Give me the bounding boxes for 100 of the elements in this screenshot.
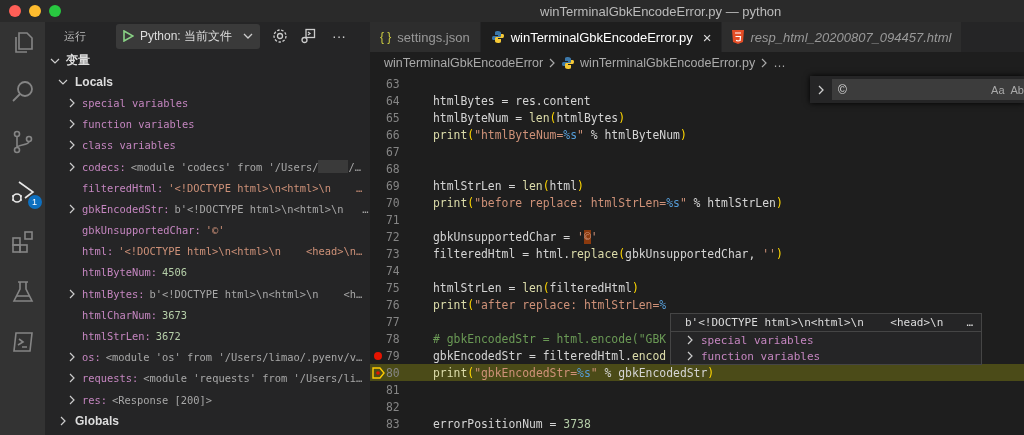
code-line: htmlByteNum = len(htmlBytes) <box>432 110 626 125</box>
code-line: print("gbkEncodedStr=%s" % gbkEncodedStr) <box>432 365 715 380</box>
chevron-right-icon <box>760 57 769 68</box>
line-number: 73 <box>386 246 401 261</box>
variable-name[interactable]: function variables <box>701 349 821 363</box>
variable-name[interactable]: function variables <box>82 118 195 131</box>
code-line: # gbkEncodedStr = html.encode("GBK <box>432 331 667 346</box>
chevron-icon[interactable] <box>67 373 77 384</box>
line-number: 81 <box>386 382 401 397</box>
variable-name[interactable]: gbkUnsupportedChar: <box>82 224 201 237</box>
breadcrumb-item[interactable]: … <box>773 55 786 70</box>
variable-name[interactable]: codecs: <box>82 160 126 173</box>
variable-name[interactable]: html: <box>82 245 114 258</box>
chevron-right-icon[interactable] <box>816 83 826 96</box>
extensions-icon[interactable] <box>9 229 36 255</box>
breakpoint-dot[interactable] <box>374 351 382 360</box>
variable-name[interactable]: requests: <box>82 372 139 385</box>
panel-title: 运行 <box>64 28 87 44</box>
variable-name[interactable]: htmlStrLen: <box>82 330 151 343</box>
editor-tab[interactable]: { } settings.json <box>370 22 481 52</box>
chevron-icon[interactable] <box>685 335 695 345</box>
launch-config-dropdown[interactable]: Python: 当前文件 <box>116 23 260 49</box>
variable-value: '<!DOCTYPE html>\n<html>\n … <box>168 181 363 194</box>
find-option-toggle[interactable]: Aa <box>991 83 1005 96</box>
run-debug-icon[interactable] <box>9 179 36 205</box>
play-icon <box>122 30 134 42</box>
variable-value: '<!DOCTYPE html>\n<html>\n <head>\n… <box>118 245 363 258</box>
close-window-button[interactable] <box>9 5 21 17</box>
line-number: 64 <box>386 93 401 108</box>
python-icon <box>561 55 576 70</box>
chevron-icon[interactable] <box>67 161 77 172</box>
section-title[interactable]: 变量 <box>66 52 90 70</box>
code-line: errorPositionNum = 3738 <box>432 416 591 431</box>
line-number: 69 <box>386 178 401 193</box>
find-option-toggle[interactable]: Ab <box>1010 83 1024 96</box>
chevron-icon[interactable] <box>67 203 77 214</box>
variable-name[interactable]: gbkEncodedStr: <box>82 202 170 215</box>
variable-value: <module 'os' from '/Users/limao/.pyenv/v… <box>105 351 363 364</box>
breadcrumb-item[interactable]: winTerminalGbkEncodeError <box>384 55 544 70</box>
chevron-icon[interactable] <box>58 415 68 426</box>
line-number: 78 <box>386 331 401 346</box>
chevron-icon[interactable] <box>67 394 77 405</box>
code-line: print("htmlByteNum=%s" % htmlByteNum) <box>432 127 687 142</box>
chevron-icon[interactable] <box>67 119 77 130</box>
line-number: 82 <box>386 399 401 414</box>
ellipsis-text: … <box>966 316 973 329</box>
line-number: 71 <box>386 212 401 227</box>
line-number: 65 <box>386 110 401 125</box>
variable-name[interactable]: htmlCharNum: <box>82 308 158 321</box>
code-line: htmlBytes = res.content <box>432 93 591 108</box>
variable-value: <module 'requests' from '/Users/li… <box>143 372 363 385</box>
settings-icon[interactable] <box>272 28 288 44</box>
variable-value: <module 'codecs' from '/Users/ <box>130 160 319 173</box>
code-line: print("before replace: htmlStrLen=%s" % htmlStrLen) <box>432 195 783 210</box>
line-number: 77 <box>386 314 401 329</box>
variable-value: '©' <box>205 224 225 237</box>
close-tab-button[interactable]: × <box>702 28 712 46</box>
chevron-icon[interactable] <box>67 352 77 363</box>
line-number: 74 <box>386 263 401 278</box>
debug-console-icon[interactable] <box>300 28 316 44</box>
variable-name[interactable]: special variables <box>82 96 189 109</box>
editor-tab[interactable]: winTerminalGbkEncodeError.py × <box>480 22 723 52</box>
line-number: 72 <box>386 229 401 244</box>
variable-value: 4506 <box>162 266 188 279</box>
breadcrumb-item[interactable]: winTerminalGbkEncodeError.py <box>580 55 756 70</box>
variable-name[interactable]: special variables <box>701 333 814 347</box>
line-number: 75 <box>386 280 401 295</box>
variable-name[interactable]: filteredHtml: <box>82 181 164 194</box>
code-line: htmlStrLen = len(html) <box>432 178 584 193</box>
line-number: 80 <box>386 365 401 380</box>
chevron-icon[interactable] <box>67 97 77 108</box>
code-line: htmlStrLen = len(filteredHtml) <box>432 280 639 295</box>
chevron-right-icon <box>548 57 557 68</box>
variable-name[interactable]: class variables <box>82 139 176 152</box>
notification-badge: 1 <box>27 195 42 209</box>
line-number: 66 <box>386 127 401 142</box>
chevron-icon[interactable] <box>685 351 695 361</box>
line-number: 67 <box>386 144 401 159</box>
scope-label[interactable]: Locals <box>75 74 113 89</box>
minimize-window-button[interactable] <box>29 5 41 17</box>
line-number: 63 <box>386 76 401 91</box>
hover-value: b'<!DOCTYPE html>\n<html>\n <head>\n <box>685 316 944 329</box>
chevron-icon[interactable] <box>67 140 77 151</box>
zoom-window-button[interactable] <box>49 5 61 17</box>
scope-label[interactable]: Globals <box>75 413 119 428</box>
variable-name[interactable]: os: <box>82 351 101 364</box>
find-input[interactable]: © Aa Ab <box>832 79 1024 100</box>
variable-value: b'<!DOCTYPE html>\n<html>\n <h… <box>149 287 363 300</box>
variable-value: 3672 <box>155 330 181 343</box>
variable-name[interactable]: res: <box>82 393 108 406</box>
html-file-icon <box>732 30 745 44</box>
chevron-icon[interactable] <box>67 288 77 299</box>
window-title: winTerminalGbkEncodeError.py — python <box>540 3 782 19</box>
line-number: 83 <box>386 416 401 431</box>
variable-name[interactable]: htmlBytes: <box>82 287 145 300</box>
variable-value: <Response [200]> <box>112 393 213 406</box>
more-actions-button[interactable]: ··· <box>328 28 350 44</box>
variable-name[interactable]: htmlByteNum: <box>82 266 158 279</box>
editor-tab[interactable]: resp_html_20200807_094457.html <box>722 22 963 52</box>
variable-value: 3673 <box>162 308 188 321</box>
